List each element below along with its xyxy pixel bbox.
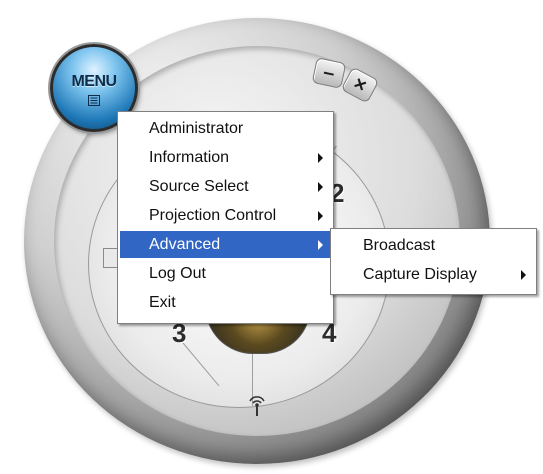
menu-button-label: MENU bbox=[71, 73, 117, 90]
menu-item-exit[interactable]: Exit bbox=[120, 289, 331, 316]
menu-item-broadcast[interactable]: Broadcast bbox=[333, 232, 534, 259]
menu-item-advanced[interactable]: Advanced bbox=[120, 231, 331, 258]
menu-item-information[interactable]: Information bbox=[120, 144, 331, 171]
advanced-submenu: Broadcast Capture Display bbox=[330, 228, 537, 295]
projector-remote-app: 2 3 4 – × MENU Administrator Information… bbox=[0, 0, 543, 474]
menu-item-label: Projection Control bbox=[149, 206, 277, 224]
menu-item-log-out[interactable]: Log Out bbox=[120, 260, 331, 287]
submenu-arrow-icon bbox=[318, 240, 323, 250]
menu-item-label: Broadcast bbox=[363, 236, 436, 254]
menu-item-label: Advanced bbox=[149, 235, 221, 253]
submenu-arrow-icon bbox=[318, 211, 323, 221]
menu-item-label: Log Out bbox=[149, 264, 206, 282]
antenna-icon[interactable] bbox=[246, 392, 268, 418]
menu-item-capture-display[interactable]: Capture Display bbox=[333, 261, 534, 288]
menu-item-label: Information bbox=[149, 148, 230, 166]
submenu-arrow-icon bbox=[521, 270, 526, 280]
menu-item-label: Exit bbox=[149, 293, 176, 311]
menu-item-administrator[interactable]: Administrator bbox=[120, 115, 331, 142]
menu-item-projection-control[interactable]: Projection Control bbox=[120, 202, 331, 229]
submenu-arrow-icon bbox=[318, 153, 323, 163]
main-context-menu: Administrator Information Source Select … bbox=[117, 111, 334, 324]
menu-item-source-select[interactable]: Source Select bbox=[120, 173, 331, 200]
menu-doc-icon bbox=[88, 95, 100, 106]
menu-item-label: Capture Display bbox=[363, 265, 477, 283]
submenu-arrow-icon bbox=[318, 182, 323, 192]
menu-item-label: Source Select bbox=[149, 177, 249, 195]
menu-item-label: Administrator bbox=[149, 119, 244, 137]
